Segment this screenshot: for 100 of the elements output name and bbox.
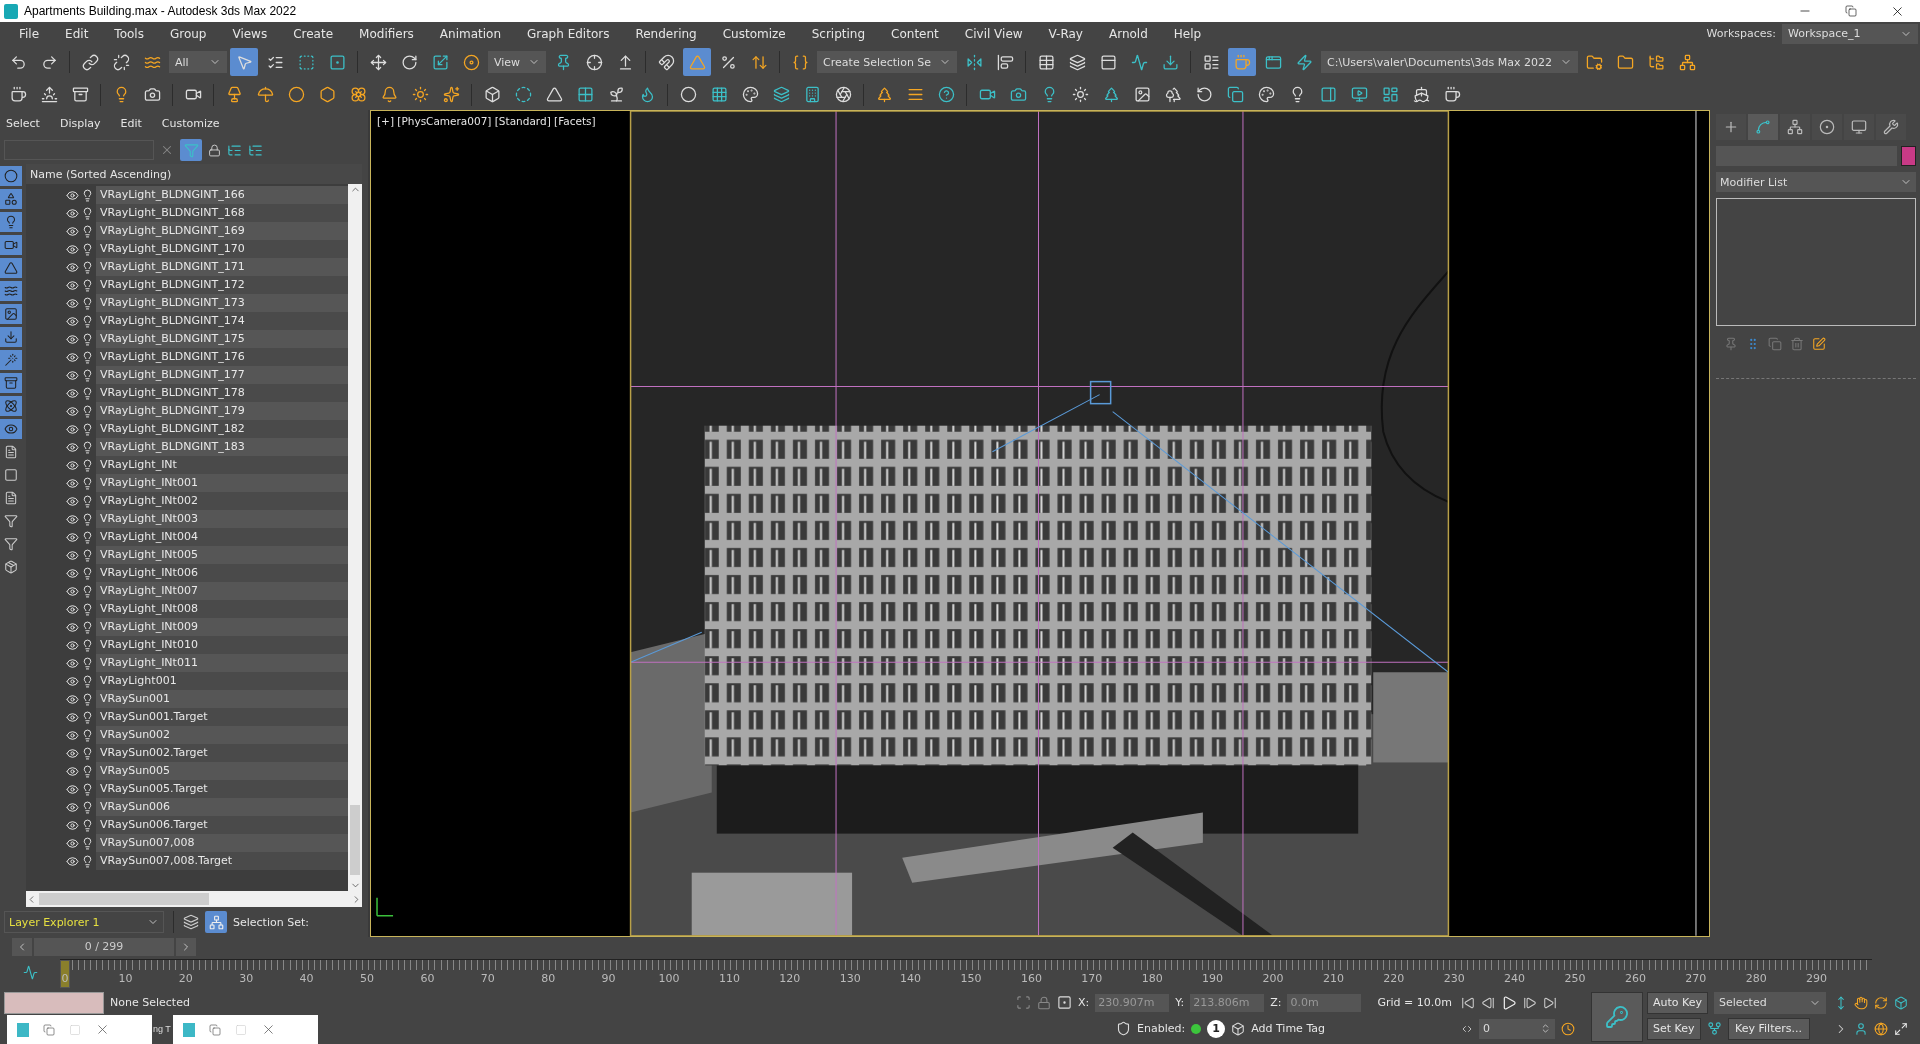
tick-label: 30 [239,971,254,985]
object-name[interactable]: VRayLight_BLDNGINT_176 [96,348,348,367]
object-name[interactable]: VRayLight_INt001 [96,474,348,493]
menu-item[interactable]: Customize [709,26,799,41]
tick-label: 40 [299,971,314,985]
window-title: Apartments Building.max - Autodesk 3ds Max 2022 [24,4,297,18]
object-name[interactable]: VRayLight_INt009 [96,618,348,637]
object-name[interactable]: VRayLight_BLDNGINT_175 [96,330,348,349]
object-name[interactable]: VRayLight_BLDNGINT_174 [96,312,348,331]
object-name[interactable]: VRaySun007,008.Target [96,852,348,871]
object-name[interactable]: VRayLight_BLDNGINT_177 [96,366,348,385]
time-tag-count: 1 [1207,1020,1226,1038]
object-name[interactable]: VRaySun006 [96,798,348,817]
object-name[interactable]: VRayLight_INt005 [96,546,348,565]
tick-label: 150 [960,971,982,985]
menu-item[interactable]: Rendering [622,26,710,41]
dropdown[interactable]: C:\Users\valer\Documents\3ds Max 2022 [1321,51,1578,74]
tick-label: 280 [1745,971,1767,985]
object-name[interactable]: VRayLight_INt004 [96,528,348,547]
object-name[interactable]: VRayLight_BLDNGINT_172 [96,276,348,295]
tick-label: 10 [118,971,133,985]
object-name[interactable]: VRayLight_BLDNGINT_166 [96,186,348,205]
menu-item[interactable]: Help [1160,26,1215,41]
add-time-tag-link[interactable]: Add Time Tag [1251,1022,1325,1036]
object-name[interactable]: VRayLight_INt006 [96,564,348,583]
workspaces-label: Workspaces: [1706,27,1776,41]
tick-label: 180 [1141,971,1163,985]
column-header[interactable]: Name (Sorted Ascending) [26,164,362,185]
object-name[interactable]: VRayLight_BLDNGINT_182 [96,420,348,439]
menu-item[interactable]: Display [59,116,101,130]
object-name[interactable]: VRaySun001 [96,690,348,709]
selection-set-label: Selection Set: [233,915,309,929]
object-name[interactable]: VRayLight_INt008 [96,600,348,619]
object-name[interactable]: VRayLight_BLDNGINT_179 [96,402,348,421]
dropdown[interactable]: View [488,51,547,74]
object-name[interactable]: VRayLight_BLDNGINT_178 [96,384,348,403]
object-name[interactable]: VRayLight_INt010 [96,636,348,655]
selection-status: None Selected [110,996,190,1010]
object-name[interactable]: VRayLight_BLDNGINT_173 [96,294,348,313]
menu-item[interactable]: Content [878,26,952,41]
viewport[interactable]: [+] [PhysCamera007] [Standard] [Facets] [370,110,1710,938]
object-name[interactable]: VRaySun001.Target [96,708,348,727]
object-name[interactable]: VRaySun002 [96,726,348,745]
tick-label: 160 [1020,971,1042,985]
tick-label: 100 [658,971,680,985]
tick-label: 60 [420,971,435,985]
object-name[interactable]: VRayLight001 [96,672,348,691]
auto-key-button[interactable]: Auto Key [1647,992,1708,1014]
x-label: X: [1078,996,1090,1010]
key-mode-dropdown[interactable]: Selected [1714,992,1826,1014]
menu-item[interactable]: Edit [120,116,142,130]
object-name[interactable]: VRayLight_BLDNGINT_169 [96,222,348,241]
explorer-dropdown[interactable]: Layer Explorer 1 [4,911,164,934]
object-name[interactable]: VRayLight_BLDNGINT_183 [96,438,348,457]
enabled-label: Enabled: [1137,1022,1186,1036]
key-filters-button[interactable]: Key Filters... [1727,1018,1810,1040]
workspace-dropdown[interactable]: Workspace_1 [1782,23,1918,44]
menu-item[interactable]: File [6,26,53,41]
track-bar[interactable]: 0 10 20 30 40 50 60 70 80 90 100 110 120 130 140 150 160 170 180 190 200 210 220 230 240 250 260 270 280 290 [60,958,1872,989]
object-name[interactable]: VRaySun006.Target [96,816,348,835]
modifier-list-dropdown[interactable]: Modifier List [1716,172,1916,193]
menu-item[interactable]: Group [156,26,220,41]
object-name[interactable]: VRayLight_INt003 [96,510,348,529]
menu-item[interactable]: Edit [52,26,102,41]
menu-item[interactable]: Create [280,26,347,41]
tick-label: 90 [601,971,616,985]
object-name[interactable]: VRayLight_BLDNGINT_170 [96,240,348,259]
object-name[interactable]: VRayLight_BLDNGINT_171 [96,258,348,277]
menu-item[interactable]: V-Ray [1035,26,1096,41]
viewport-label[interactable]: [+] [PhysCamera007] [Standard] [Facets] [377,115,596,128]
menu-item[interactable]: Views [219,26,281,41]
object-name[interactable]: VRaySun007,008 [96,834,348,853]
menu-item[interactable]: Tools [101,26,157,41]
menu-item[interactable]: Graph Editors [514,26,623,41]
menu-item[interactable]: Customize [161,116,220,130]
frame-field[interactable]: 0 [1479,1019,1555,1039]
dropdown[interactable]: Create Selection Se [817,51,958,74]
menu-item[interactable]: Scripting [798,26,879,41]
y-label: Y: [1175,996,1185,1010]
menu-item[interactable]: Civil View [951,26,1036,41]
tick-label: 70 [480,971,495,985]
tick-label: 120 [779,971,801,985]
object-name[interactable]: VRaySun002.Target [96,744,348,763]
object-name[interactable]: VRayLight_INt007 [96,582,348,601]
object-name[interactable]: VRaySun005 [96,762,348,781]
tick-label: 230 [1443,971,1465,985]
object-name[interactable]: VRayLight_INt011 [96,654,348,673]
tick-label: 190 [1202,971,1224,985]
menu-item[interactable]: Animation [426,26,515,41]
menu-item[interactable]: Arnold [1095,26,1161,41]
object-name[interactable]: VRaySun005.Target [96,780,348,799]
set-key-mode-button[interactable]: Set Key [1647,1018,1701,1040]
menu-item[interactable]: Select [6,116,40,130]
object-name[interactable]: VRayLight_INt [96,456,348,475]
dropdown[interactable]: All [169,51,227,74]
tick-label: 260 [1624,971,1646,985]
object-name[interactable]: VRayLight_BLDNGINT_168 [96,204,348,223]
tick-label: 130 [839,971,861,985]
menu-item[interactable]: Modifiers [346,26,427,41]
object-name[interactable]: VRayLight_INt002 [96,492,348,511]
